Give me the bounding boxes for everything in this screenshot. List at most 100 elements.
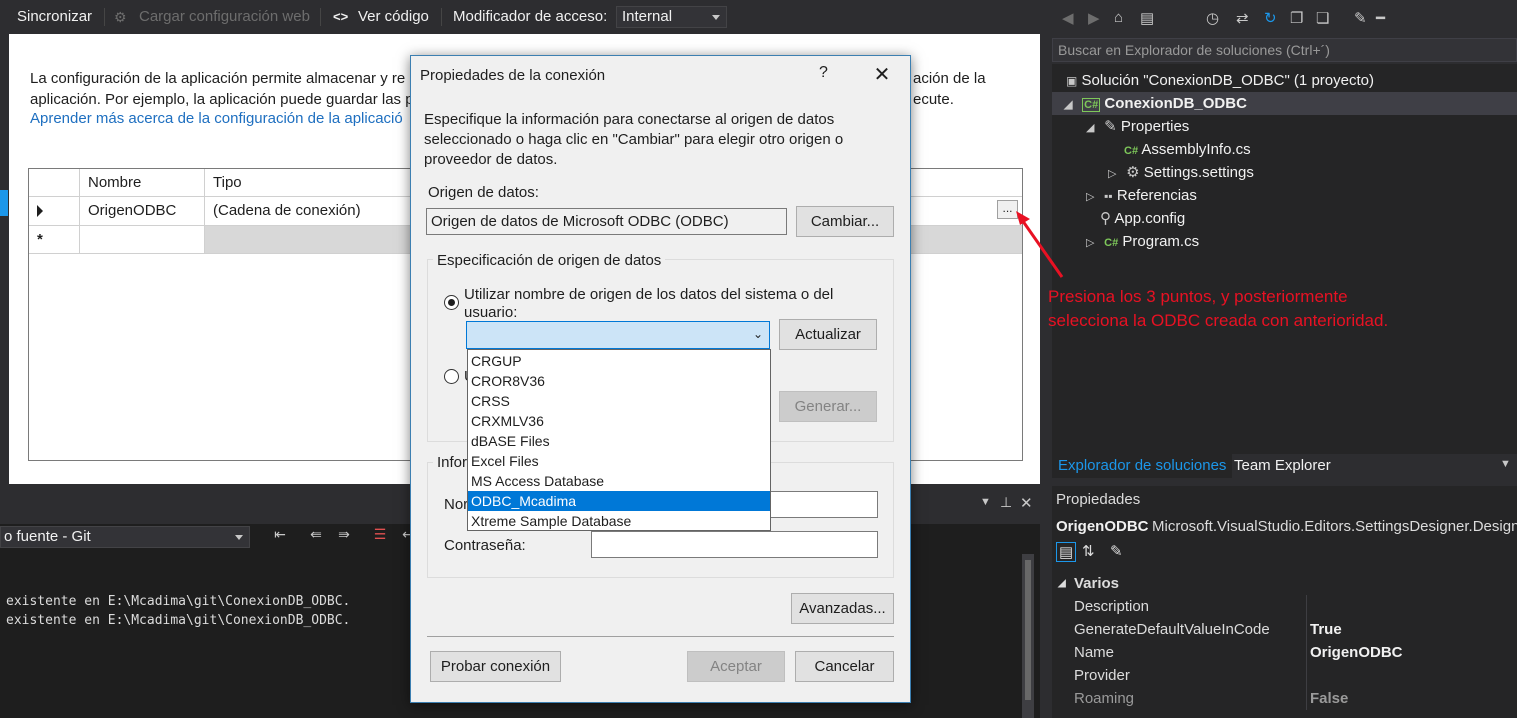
explorer-tabs: Explorador de soluciones Team Explorer ▼ <box>1052 454 1517 478</box>
dropdown-icon[interactable]: ▼ <box>980 496 991 508</box>
change-button[interactable]: Cambiar... <box>796 206 894 237</box>
tree-references-label: Referencias <box>1116 187 1197 204</box>
close-icon[interactable]: ✕ <box>1020 494 1033 512</box>
property-row[interactable]: Name OrigenODBC <box>1052 641 1517 664</box>
dsn-combo-box[interactable]: ⌄ <box>466 321 770 349</box>
test-connection-button[interactable]: Probar conexión <box>430 651 561 682</box>
solution-explorer-search[interactable]: Buscar en Explorador de soluciones (Ctrl… <box>1052 38 1517 62</box>
radio-use-dsn-label-line-2: usuario: <box>464 304 518 318</box>
radio-use-dsn[interactable] <box>444 295 459 310</box>
output-scrollbar[interactable] <box>1022 554 1034 718</box>
find-message-icon[interactable]: ⇤ <box>272 526 288 542</box>
sync-with-document-icon[interactable]: ⇄ <box>1236 9 1249 27</box>
tree-properties-label: Properties <box>1120 118 1190 135</box>
row-selector[interactable] <box>29 197 80 226</box>
tree-project[interactable]: ◢ C# ConexionDB_ODBC <box>1052 92 1517 115</box>
property-row[interactable]: Description <box>1052 595 1517 618</box>
accept-button[interactable]: Aceptar <box>687 651 785 682</box>
view-code-button[interactable]: Ver código <box>358 0 429 34</box>
tab-solution-explorer[interactable]: Explorador de soluciones <box>1052 454 1233 478</box>
alphabetical-icon[interactable]: ⇅ <box>1082 542 1095 560</box>
radio-use-connection-string[interactable] <box>444 369 459 384</box>
build-button[interactable]: Generar... <box>779 391 877 422</box>
tree-project-label: ConexionDB_ODBC <box>1104 95 1247 112</box>
clear-all-icon[interactable]: ☰ <box>372 526 388 542</box>
forward-icon[interactable]: ▶ <box>1088 9 1100 27</box>
wrench-icon: ✎ <box>1104 118 1117 135</box>
properties-object-type: Microsoft.VisualStudio.Editors.SettingsD… <box>1152 518 1517 535</box>
solution-icon: ▣ <box>1066 74 1078 88</box>
property-category-label: Varios <box>1074 575 1120 592</box>
sync-button[interactable]: Sincronizar <box>17 0 92 34</box>
csharp-file-icon: C# <box>1104 237 1119 249</box>
tree-appconfig[interactable]: ⚲ App.config <box>1100 207 1185 230</box>
tree-solution[interactable]: ▣ Solución "ConexionDB_ODBC" (1 proyecto… <box>1066 69 1517 92</box>
refresh-button[interactable]: Actualizar <box>779 319 877 350</box>
dialog-intro-line-3: proveedor de datos. <box>424 151 558 168</box>
property-category[interactable]: ◢ Varios <box>1052 572 1517 595</box>
collapsed-arrow-icon: ▷ <box>1086 191 1095 203</box>
learn-more-link[interactable]: Aprender más acerca de la configuración … <box>30 110 403 127</box>
access-modifier-select[interactable]: Internal <box>616 6 727 28</box>
dsn-option[interactable]: CROR8V36 <box>468 371 770 391</box>
dialog-intro-line-1: Especifique la información para conectar… <box>424 111 835 128</box>
previous-message-icon[interactable]: ⇚ <box>308 526 324 542</box>
switch-views-icon[interactable]: ▤ <box>1140 9 1154 27</box>
scrollbar-thumb[interactable] <box>1025 560 1031 700</box>
pending-changes-icon[interactable]: ◷ <box>1206 9 1219 27</box>
dsn-option[interactable]: Excel Files <box>468 451 770 471</box>
load-web-config-button[interactable]: Cargar configuración web <box>139 0 310 34</box>
dsn-option[interactable]: CRXMLV36 <box>468 411 770 431</box>
refresh-icon[interactable]: ↻ <box>1264 9 1277 27</box>
collapsed-arrow-icon: ▷ <box>1086 237 1095 249</box>
output-source-select[interactable]: o fuente - Git <box>0 526 250 548</box>
show-all-files-icon[interactable]: ❏ <box>1316 9 1329 27</box>
preview-icon[interactable]: ━ <box>1376 9 1385 27</box>
tree-settings[interactable]: ▷ ⚙ Settings.settings <box>1108 161 1254 184</box>
login-group-label: Infor <box>433 454 472 471</box>
tree-assemblyinfo[interactable]: C# AssemblyInfo.cs <box>1124 138 1251 161</box>
column-header-name[interactable]: Nombre <box>80 169 205 197</box>
close-button[interactable]: ✕ <box>867 60 897 90</box>
property-name: Description <box>1074 598 1150 615</box>
annotation-line-2: selecciona la ODBC creada con anteriorid… <box>1048 311 1389 330</box>
categorized-icon[interactable]: ▤ <box>1056 542 1077 562</box>
tree-properties[interactable]: ◢ ✎ Properties <box>1086 115 1189 138</box>
description-line-1-tail: ación de la <box>913 70 986 87</box>
property-pages-wrench-icon[interactable]: ✎ <box>1110 542 1123 560</box>
dsn-option-selected[interactable]: ODBC_Mcadima <box>468 491 770 511</box>
collapse-all-icon[interactable]: ❐ <box>1290 9 1303 27</box>
property-row[interactable]: GenerateDefaultValueInCode True <box>1052 618 1517 641</box>
tree-settings-label: Settings.settings <box>1143 164 1254 181</box>
dsn-option[interactable]: Xtreme Sample Database <box>468 511 770 531</box>
tree-references[interactable]: ▷ ▪▪ Referencias <box>1086 184 1197 207</box>
password-label: Contraseña: <box>444 537 526 554</box>
property-row[interactable]: Provider <box>1052 664 1517 687</box>
dsn-option[interactable]: dBASE Files <box>468 431 770 451</box>
access-modifier-value: Internal <box>622 8 673 25</box>
next-message-icon[interactable]: ⇛ <box>336 526 352 542</box>
cell-name[interactable]: OrigenODBC <box>80 197 205 226</box>
chevron-down-icon <box>235 535 243 540</box>
dsn-option[interactable]: CRSS <box>468 391 770 411</box>
back-icon[interactable]: ◀ <box>1062 9 1074 27</box>
dropdown-icon[interactable]: ▼ <box>1500 458 1511 470</box>
dsn-option[interactable]: CRGUP <box>468 351 770 371</box>
annotation-line-1: Presiona los 3 puntos, y posteriormente <box>1048 287 1348 306</box>
csharp-project-icon: C# <box>1082 98 1101 112</box>
tab-team-explorer[interactable]: Team Explorer <box>1228 454 1337 478</box>
password-input[interactable] <box>591 531 878 558</box>
right-tool-panels: ◀ ▶ ⌂ ▤ ◷ ⇄ ↻ ❐ ❏ ✎ ━ Buscar en Explorad… <box>1040 0 1517 718</box>
pin-icon[interactable]: ⊥ <box>1000 494 1012 511</box>
new-row-name-cell[interactable] <box>80 226 205 254</box>
row-selector-arrow-icon <box>37 205 43 217</box>
advanced-button[interactable]: Avanzadas... <box>791 593 894 624</box>
tree-program[interactable]: ▷ C# Program.cs <box>1086 230 1199 253</box>
dsn-option[interactable]: MS Access Database <box>468 471 770 491</box>
properties-wrench-icon[interactable]: ✎ <box>1354 9 1367 27</box>
property-row[interactable]: Roaming False <box>1052 687 1517 710</box>
home-icon[interactable]: ⌂ <box>1114 9 1123 26</box>
cancel-button[interactable]: Cancelar <box>795 651 894 682</box>
tree-appconfig-label: App.config <box>1114 210 1186 227</box>
help-button[interactable]: ? <box>819 64 828 82</box>
